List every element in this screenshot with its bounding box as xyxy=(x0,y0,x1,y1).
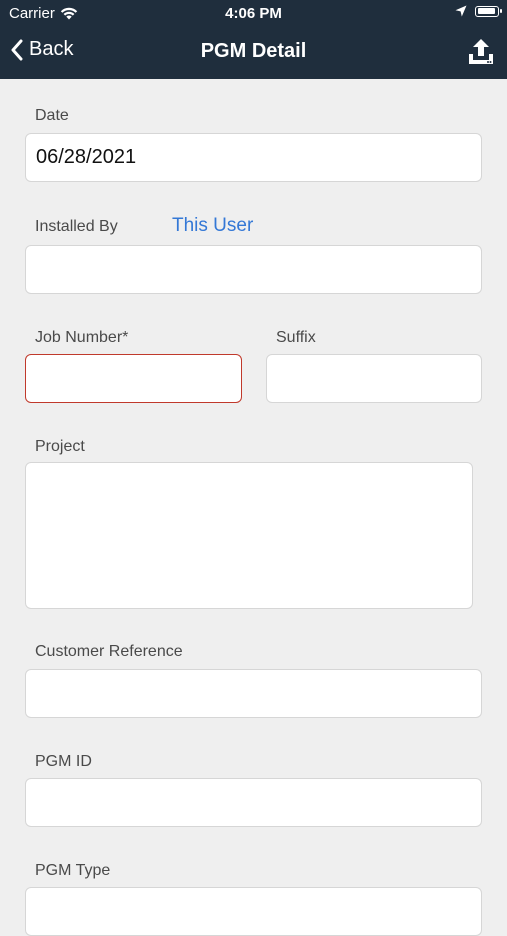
date-label: Date xyxy=(35,107,69,124)
status-right xyxy=(455,5,502,17)
back-label: Back xyxy=(29,38,74,60)
location-arrow-icon xyxy=(455,5,467,17)
pgm-type-field[interactable] xyxy=(25,887,482,936)
pgm-id-field[interactable] xyxy=(25,778,482,827)
customer-reference-label: Customer Reference xyxy=(35,643,183,660)
date-field[interactable]: 06/28/2021 xyxy=(25,133,482,182)
status-bar: Carrier 4:06 PM xyxy=(0,0,507,28)
installed-by-field[interactable] xyxy=(25,245,482,294)
installed-by-label: Installed By xyxy=(35,218,118,235)
top-bar: Carrier 4:06 PM Back PGM Detail xyxy=(0,0,507,79)
chevron-left-icon xyxy=(11,39,23,60)
project-textarea[interactable] xyxy=(25,462,473,609)
battery-icon xyxy=(475,5,502,17)
project-label: Project xyxy=(35,438,85,455)
suffix-label: Suffix xyxy=(276,329,316,346)
pgm-id-label: PGM ID xyxy=(35,753,92,770)
suffix-field[interactable] xyxy=(266,354,482,403)
pgm-type-label: PGM Type xyxy=(35,862,111,879)
this-user-link[interactable]: This User xyxy=(172,215,253,237)
back-button[interactable]: Back xyxy=(10,38,73,61)
battery-fill xyxy=(477,8,495,14)
date-value: 06/28/2021 xyxy=(36,146,137,168)
clock: 4:06 PM xyxy=(225,5,282,22)
navigation-bar: Back PGM Detail xyxy=(0,28,507,79)
job-number-label: Job Number* xyxy=(35,329,129,346)
page-title: PGM Detail xyxy=(200,40,307,62)
job-number-field[interactable] xyxy=(25,354,242,403)
customer-reference-field[interactable] xyxy=(25,669,482,718)
upload-icon[interactable] xyxy=(467,37,495,67)
